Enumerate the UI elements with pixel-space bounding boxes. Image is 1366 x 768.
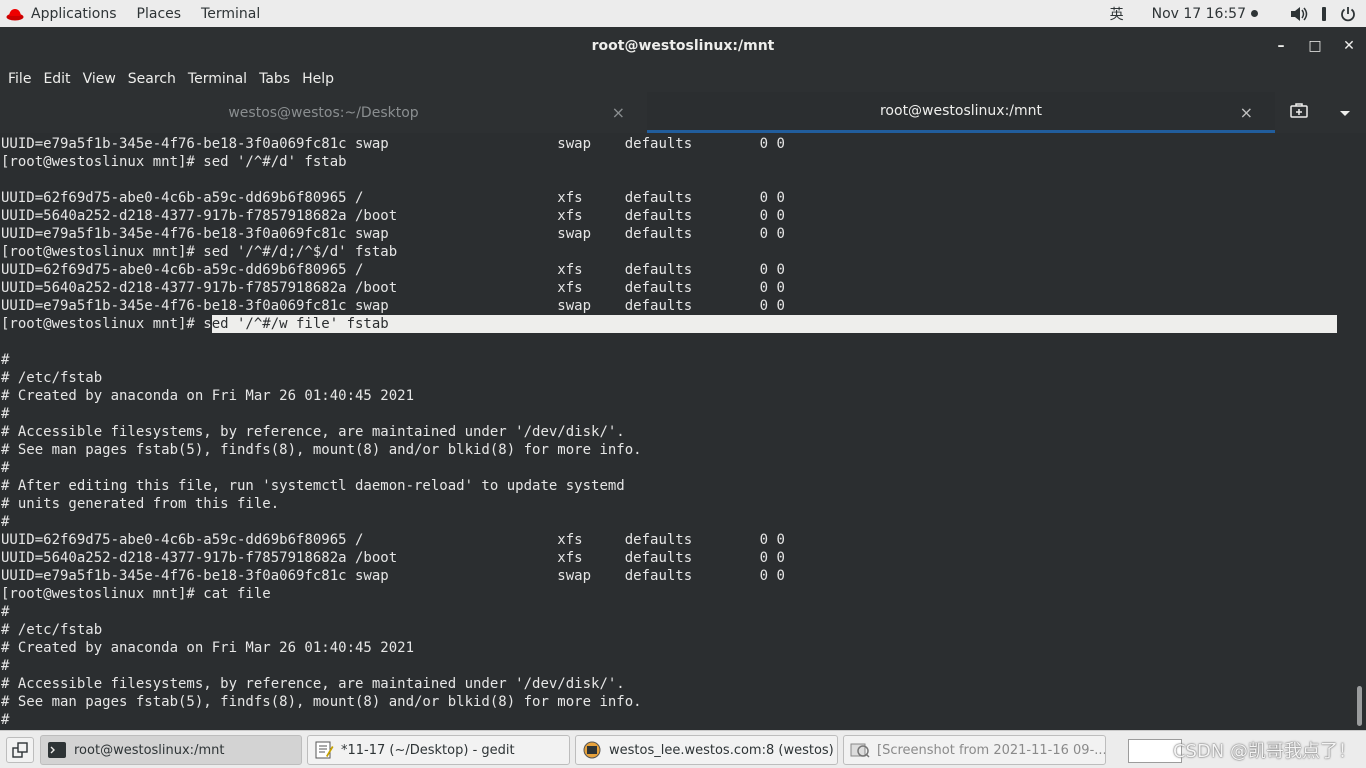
menu-terminal[interactable]: Terminal [182, 71, 253, 87]
terminal-line: UUID=62f69d75-abe0-4c6b-a59c-dd69b6f8096… [1, 532, 785, 548]
terminal-line: [root@westoslinux mnt]# sed '/^#/d' fsta… [1, 154, 347, 170]
notification-dot-icon [1251, 10, 1258, 17]
tab-bar: westos@westos:~/Desktop × root@westoslin… [0, 92, 1366, 133]
terminal-line: UUID=e79a5f1b-345e-4f76-be18-3f0a069fc81… [1, 226, 785, 242]
tab-tools [1275, 92, 1366, 133]
tab-close-icon[interactable]: × [612, 103, 625, 122]
terminal-line: # [1, 406, 10, 422]
places-label: Places [136, 5, 182, 22]
terminal-line: # [1, 604, 10, 620]
terminal-line: UUID=e79a5f1b-345e-4f76-be18-3f0a069fc81… [1, 568, 785, 584]
window-title: root@westoslinux:/mnt [591, 38, 775, 54]
terminal-line: # Created by anaconda on Fri Mar 26 01:4… [1, 388, 415, 404]
terminal-line: UUID=e79a5f1b-345e-4f76-be18-3f0a069fc81… [1, 298, 785, 314]
redhat-logo-icon [6, 8, 24, 20]
terminal-line: [root@westoslinux mnt]# sed '/^#/d;/^$/d… [1, 244, 398, 260]
terminal-line: # Created by anaconda on Fri Mar 26 01:4… [1, 640, 415, 656]
tab-label: westos@westos:~/Desktop [228, 104, 419, 121]
terminal-line: UUID=e79a5f1b-345e-4f76-be18-3f0a069fc81… [1, 136, 785, 152]
scrollbar-thumb[interactable] [1357, 686, 1362, 726]
tab-close-icon[interactable]: × [1240, 103, 1253, 122]
places-menu[interactable]: Places [127, 0, 192, 27]
terminal-line: # Accessible filesystems, by reference, … [1, 676, 625, 692]
taskbar-item-virt-viewer[interactable]: westos_lee.westos.com:8 (westos) ... [575, 735, 838, 765]
terminal-line: # [1, 712, 10, 728]
top-bar: Applications Places Terminal 英 Nov 17 16… [0, 0, 1366, 27]
minimize-button[interactable]: – [1264, 38, 1298, 54]
menu-help[interactable]: Help [296, 71, 340, 87]
terminal-line: [root@westoslinux mnt]# cat file [1, 586, 271, 602]
new-tab-icon[interactable] [1290, 102, 1308, 123]
terminal-line: UUID=62f69d75-abe0-4c6b-a59c-dd69b6f8096… [1, 262, 785, 278]
csdn-watermark: CSDN @凯哥我点了！ [1172, 741, 1356, 762]
menu-view[interactable]: View [77, 71, 122, 87]
terminal-line: # Accessible filesystems, by reference, … [1, 424, 625, 440]
menu-search[interactable]: Search [122, 71, 182, 87]
terminal-line: # [1, 352, 10, 368]
gedit-app-icon [315, 741, 334, 759]
terminal-line: # /etc/fstab [1, 370, 103, 386]
volume-icon [1290, 6, 1308, 22]
terminal-line: # [1, 460, 10, 476]
taskbar-item-gedit[interactable]: *11-17 (~/Desktop) - gedit [307, 735, 570, 765]
window-titlebar[interactable]: root@westoslinux:/mnt – □ ✕ [0, 27, 1366, 65]
taskbar-item-label: *11-17 (~/Desktop) - gedit [341, 742, 515, 758]
power-icon [1340, 6, 1356, 22]
virt-viewer-app-icon [583, 741, 601, 759]
taskbar-item-label: root@westoslinux:/mnt [74, 742, 225, 758]
taskbar-item-label: [Screenshot from 2021-11-16 09-... [877, 742, 1106, 758]
network-icon [1320, 6, 1328, 22]
show-desktop-button[interactable] [6, 737, 34, 763]
clock-label: Nov 17 16:57 [1151, 5, 1246, 22]
terminal-app-icon [48, 742, 66, 758]
selected-text: ed '/^#/w file' fstab [211, 315, 1337, 333]
tab-westos-desktop[interactable]: westos@westos:~/Desktop × [0, 92, 647, 133]
terminal-line: # After editing this file, run 'systemct… [1, 478, 625, 494]
applications-label: Applications [31, 5, 117, 22]
taskbar-item-screenshot[interactable]: [Screenshot from 2021-11-16 09-... [843, 735, 1106, 765]
taskbar-item-terminal[interactable]: root@westoslinux:/mnt [40, 735, 302, 765]
clock[interactable]: Nov 17 16:57 [1152, 6, 1258, 22]
terminal-line: UUID=5640a252-d218-4377-917b-f7857918682… [1, 550, 785, 566]
tabs-menu-chevron-down-icon[interactable] [1339, 103, 1351, 122]
terminal-line: # See man pages fstab(5), findfs(8), mou… [1, 694, 642, 710]
taskbar: root@westoslinux:/mnt *11-17 (~/Desktop)… [0, 730, 1366, 768]
terminal-line: # units generated from this file. [1, 496, 280, 512]
terminal-line: UUID=5640a252-d218-4377-917b-f7857918682… [1, 208, 785, 224]
terminal-line: UUID=5640a252-d218-4377-917b-f7857918682… [1, 280, 785, 296]
system-menu[interactable] [1278, 6, 1356, 22]
image-viewer-app-icon [850, 743, 870, 758]
menu-tabs[interactable]: Tabs [253, 71, 296, 87]
terminal-app-menu[interactable]: Terminal [191, 0, 270, 27]
terminal-line: # See man pages fstab(5), findfs(8), mou… [1, 442, 642, 458]
input-method-indicator[interactable]: 英 [1110, 4, 1124, 24]
show-desktop-icon [12, 742, 28, 758]
terminal-scrollbar[interactable] [1354, 134, 1366, 730]
terminal-line: UUID=62f69d75-abe0-4c6b-a59c-dd69b6f8096… [1, 190, 785, 206]
terminal-output[interactable]: UUID=e79a5f1b-345e-4f76-be18-3f0a069fc81… [0, 134, 1354, 730]
terminal-app-label: Terminal [201, 5, 261, 22]
terminal-line: # [1, 658, 10, 674]
terminal-line: # [1, 514, 10, 530]
tab-root-mnt[interactable]: root@westoslinux:/mnt × [647, 92, 1275, 133]
terminal-line: # /etc/fstab [1, 622, 103, 638]
taskbar-item-label: westos_lee.westos.com:8 (westos) ... [609, 742, 838, 758]
tab-label: root@westoslinux:/mnt [879, 103, 1043, 119]
menu-file[interactable]: File [2, 71, 37, 87]
terminal-line-selected: [root@westoslinux mnt]# sed '/^#/w file'… [1, 315, 1351, 333]
prompt-text: [root@westoslinux mnt]# s [1, 316, 212, 332]
menu-bar: File Edit View Search Terminal Tabs Help [0, 65, 1366, 92]
maximize-button[interactable]: □ [1298, 38, 1332, 54]
menu-edit[interactable]: Edit [37, 71, 76, 87]
applications-menu[interactable]: Applications [0, 0, 127, 27]
close-button[interactable]: ✕ [1332, 38, 1366, 54]
